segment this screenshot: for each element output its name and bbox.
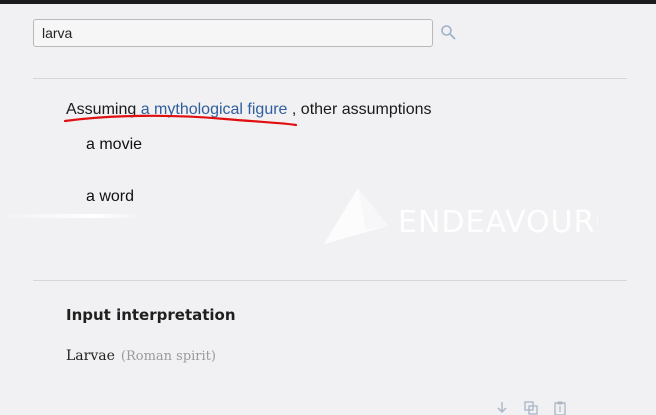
download-icon[interactable] [495,401,509,415]
endeavouros-watermark: ENDEAVOUROS [324,188,598,244]
section-title: Input interpretation [66,306,236,324]
other-assumptions-label: , other assumptions [291,101,432,118]
input-interpretation: Larvae (Roman spirit) [66,348,216,364]
search-icon[interactable] [440,24,456,40]
search-box [33,19,433,47]
divider [33,78,627,79]
search-input[interactable] [33,19,433,47]
window-top-bar [0,0,656,4]
divider [33,280,627,281]
assumption-option-word[interactable]: a word [86,188,134,206]
red-underline-annotation [63,114,298,127]
clipboard-icon[interactable] [553,401,567,415]
copy-icon[interactable] [524,401,538,415]
watermark-text: ENDEAVOUROS [398,205,598,240]
assumption-option-movie[interactable]: a movie [86,136,142,154]
interpretation-term: Larvae [66,348,115,364]
interpretation-qualifier: (Roman spirit) [120,349,216,364]
wallpaper-streak [0,214,135,218]
